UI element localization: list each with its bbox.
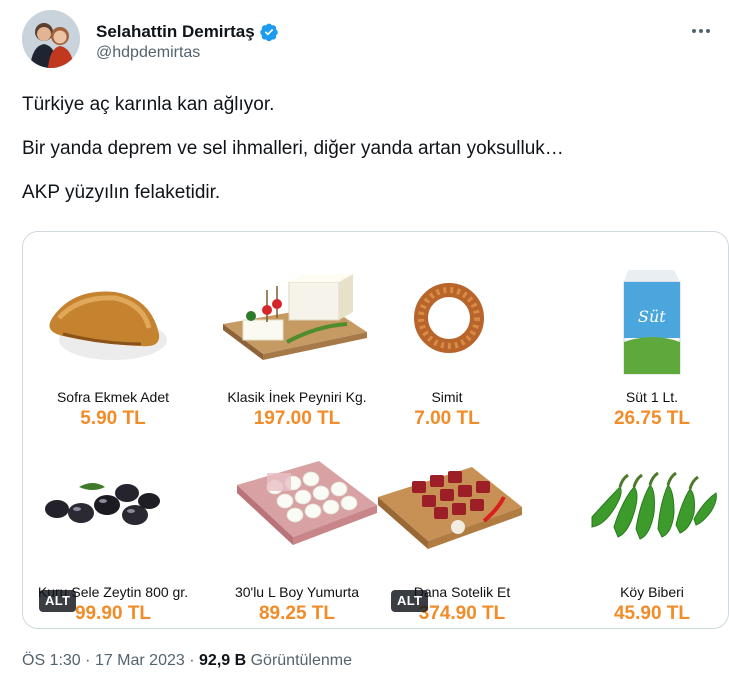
separator: · bbox=[189, 652, 200, 669]
separator: · bbox=[85, 652, 95, 669]
product-card-eggs: 30'lu L Boy Yumurta 89.25 TL bbox=[207, 447, 387, 628]
user-name-row[interactable]: Selahattin Demirtaş bbox=[96, 22, 279, 42]
product-card-simit: Simit 7.00 TL bbox=[357, 252, 537, 442]
product-label: Simit bbox=[431, 389, 463, 405]
product-price: 5.90 TL bbox=[80, 408, 146, 429]
peppers-image bbox=[562, 457, 728, 577]
milk-carton-image: Süt bbox=[562, 262, 728, 382]
tweet-line: Bir yanda deprem ve sel ihmalleri, diğer… bbox=[22, 138, 564, 159]
product-label: Süt 1 Lt. bbox=[625, 389, 679, 405]
tweet-line: Türkiye aç karınla kan ağlıyor. bbox=[22, 94, 275, 115]
tweet-line: AKP yüzyılın felaketidir. bbox=[22, 182, 221, 203]
product-card-milk: Süt Süt 1 Lt. 26.75 TL bbox=[562, 252, 728, 442]
product-label: Köy Biberi bbox=[620, 584, 684, 600]
bread-image bbox=[23, 262, 203, 382]
tweet-date[interactable]: 17 Mar 2023 bbox=[95, 652, 185, 669]
product-card-peppers: Köy Biberi 45.90 TL bbox=[562, 447, 728, 628]
tweet-meta: ÖS 1:30 · 17 Mar 2023 · 92,9 B Görüntüle… bbox=[22, 652, 352, 670]
product-card-bread: Sofra Ekmek Adet 5.90 TL bbox=[23, 252, 203, 442]
user-name[interactable]: Selahattin Demirtaş bbox=[96, 22, 255, 42]
views-count: 92,9 B bbox=[199, 652, 247, 669]
alt-text-badge[interactable]: ALT bbox=[39, 590, 77, 612]
tweet-media[interactable]: Sofra Ekmek Adet 5.90 TL Klasik İnek Pey… bbox=[22, 231, 729, 629]
meat-image bbox=[372, 457, 552, 577]
views-label: Görüntülenme bbox=[250, 652, 352, 669]
product-grid: Sofra Ekmek Adet 5.90 TL Klasik İnek Pey… bbox=[23, 232, 728, 628]
milk-brand-text: Süt bbox=[638, 307, 666, 326]
product-price: 45.90 TL bbox=[613, 603, 691, 624]
product-price: 7.00 TL bbox=[414, 408, 480, 429]
alt-text-badge[interactable]: ALT bbox=[391, 590, 429, 612]
simit-image bbox=[357, 262, 537, 382]
product-label: Sofra Ekmek Adet bbox=[56, 389, 170, 405]
product-price: 89.25 TL bbox=[258, 603, 336, 624]
olives-image bbox=[23, 457, 203, 577]
tweet-header: Selahattin Demirtaş @hdpdemirtas bbox=[22, 10, 712, 70]
more-options-icon[interactable] bbox=[690, 24, 712, 38]
user-handle[interactable]: @hdpdemirtas bbox=[96, 44, 200, 62]
verified-badge-icon bbox=[259, 22, 279, 42]
tweet-time[interactable]: ÖS 1:30 bbox=[22, 652, 81, 669]
avatar[interactable] bbox=[22, 10, 80, 68]
eggs-image bbox=[207, 457, 387, 577]
product-price: 26.75 TL bbox=[613, 408, 691, 429]
tweet-text: Türkiye aç karınla kan ağlıyor. Bir yand… bbox=[22, 92, 702, 224]
